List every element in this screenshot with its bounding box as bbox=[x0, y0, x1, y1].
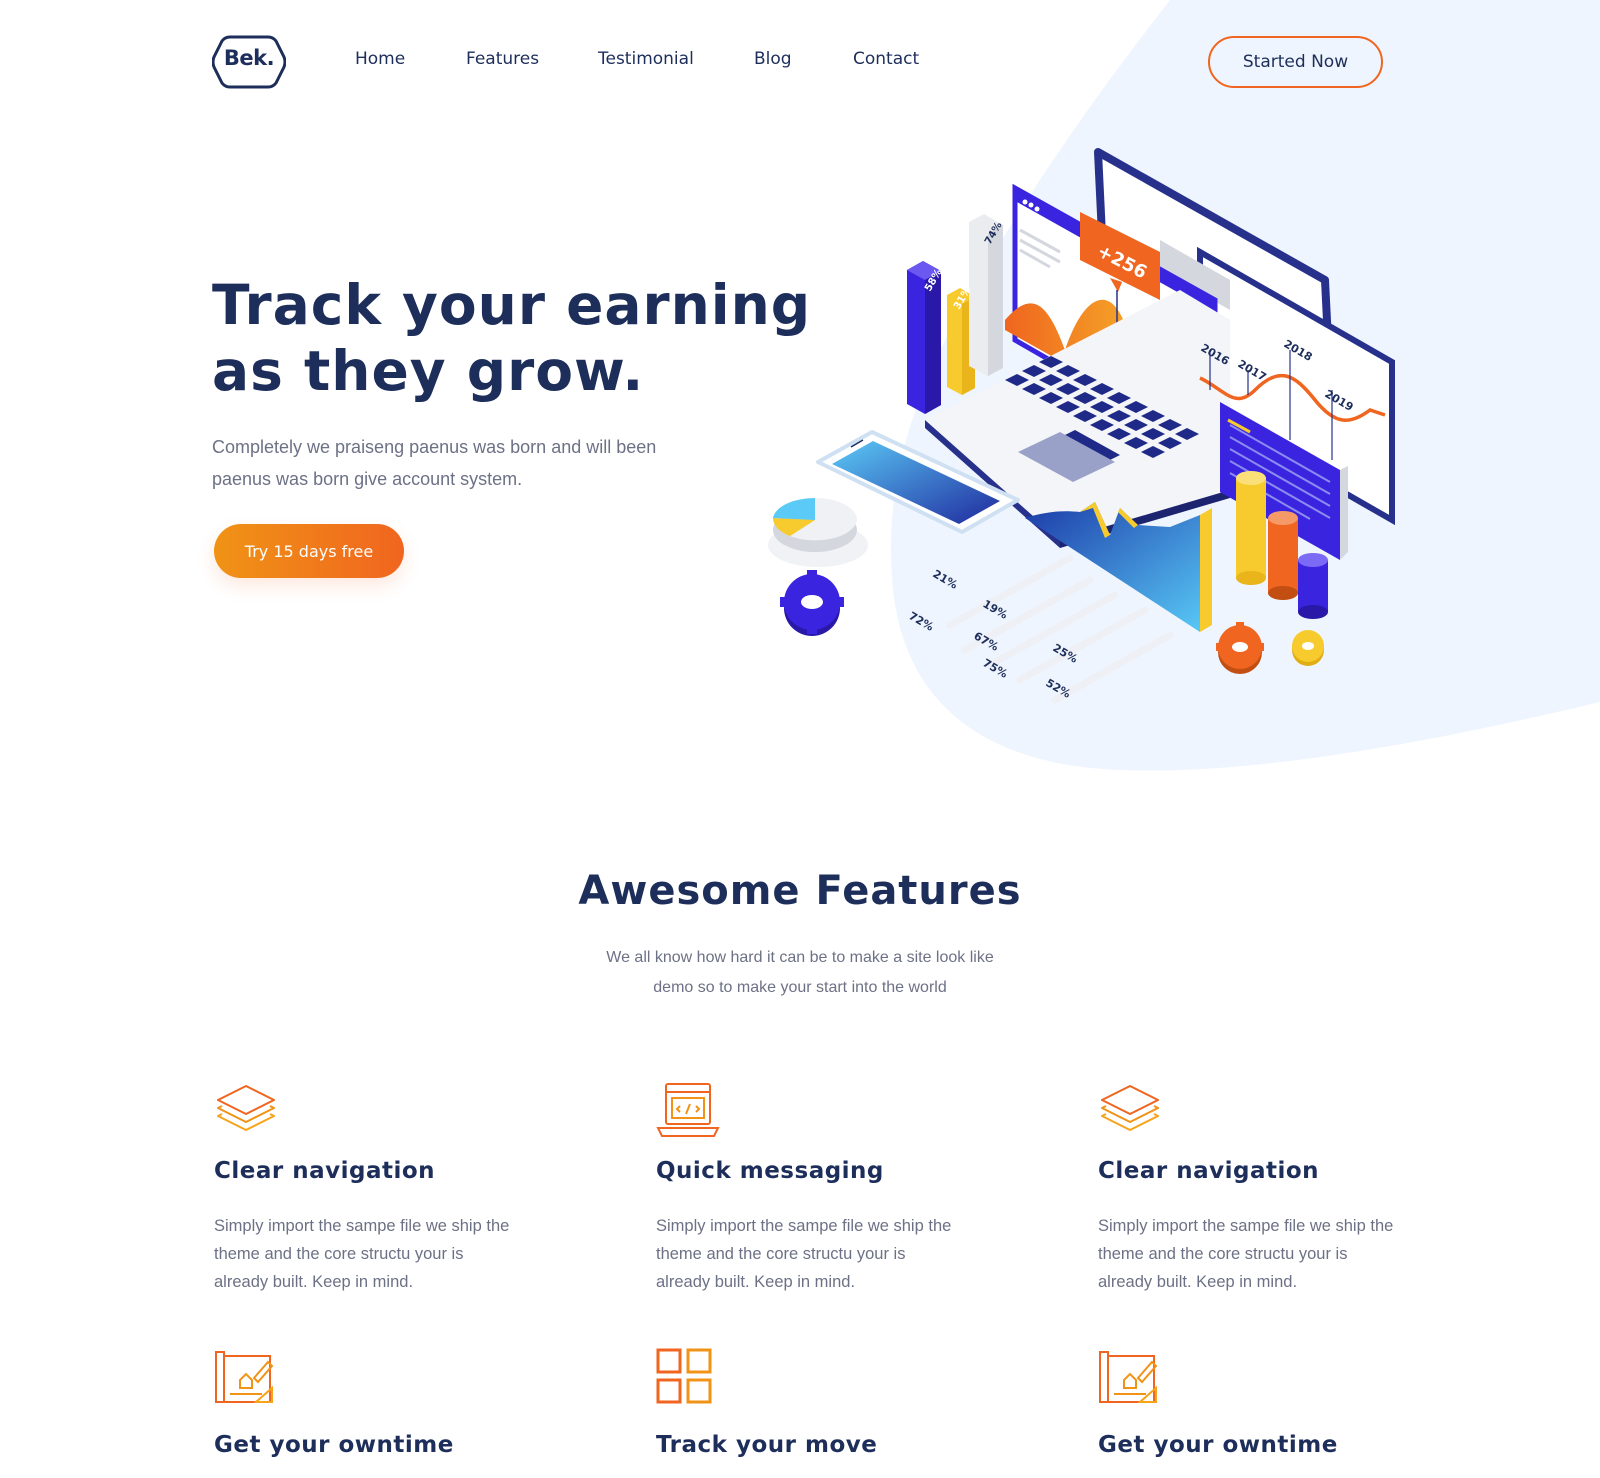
feature-text: Simply import the sampe file we ship the… bbox=[214, 1217, 510, 1291]
layers-icon bbox=[217, 1085, 275, 1131]
feature-title: Clear navigation bbox=[1098, 1158, 1320, 1184]
gear-orange-icon bbox=[1216, 622, 1264, 674]
logo-text: Bek. bbox=[223, 46, 275, 70]
nav-features[interactable]: Features bbox=[466, 49, 539, 69]
nav-contact[interactable]: Contact bbox=[853, 49, 919, 69]
features-subtitle: We all know how hard it can be to make a… bbox=[560, 943, 1040, 1003]
feature-title: Track your move bbox=[656, 1432, 878, 1458]
feature-title: Clear navigation bbox=[214, 1158, 436, 1184]
hero-title-line-2: as they grow. bbox=[212, 339, 645, 403]
blueprint-icon bbox=[1099, 1351, 1158, 1403]
feature-text: Simply import the sampe file we ship the… bbox=[1098, 1217, 1394, 1291]
feature-title: Quick messaging bbox=[656, 1158, 884, 1184]
nav-testimonial[interactable]: Testimonial bbox=[598, 49, 694, 69]
blueprint-icon bbox=[215, 1351, 274, 1403]
features-subtitle-line-1: We all know how hard it can be to make a… bbox=[606, 949, 994, 966]
hero-subtitle-line-2: paenus was born give account system. bbox=[212, 469, 523, 489]
floor-label: 21% bbox=[931, 567, 960, 591]
nav-blog[interactable]: Blog bbox=[754, 49, 792, 69]
bar-chart-3d: 58% 31% 74% bbox=[907, 214, 1005, 414]
site-header: Bek. Home Features Testimonial Blog Cont… bbox=[0, 0, 1600, 125]
floor-label: 19% bbox=[981, 597, 1010, 621]
feature-title: Get your owntime bbox=[1098, 1432, 1338, 1458]
hero-subtitle: Completely we praiseng paenus was born a… bbox=[212, 431, 732, 495]
hero-title: Track your earning as they grow. bbox=[212, 272, 832, 404]
floor-label: 72% bbox=[907, 609, 936, 633]
features-title: Awesome Features bbox=[578, 868, 1022, 914]
features-subtitle-line-2: demo so to make your start into the worl… bbox=[653, 979, 947, 996]
nav-home[interactable]: Home bbox=[355, 49, 405, 69]
pie-chart-3d bbox=[768, 497, 868, 567]
code-laptop-icon bbox=[656, 1083, 720, 1137]
hero-illustration: +256 2016 2017 2018 2019 58% 31% 74% 21%… bbox=[768, 148, 1395, 704]
layers-icon bbox=[1101, 1085, 1159, 1131]
feature-title: Get your owntime bbox=[214, 1432, 454, 1458]
grid-icon bbox=[656, 1348, 712, 1404]
try-free-button[interactable]: Try 15 days free bbox=[214, 524, 404, 578]
hero-title-line-1: Track your earning bbox=[212, 273, 812, 337]
started-now-button[interactable]: Started Now bbox=[1208, 36, 1383, 88]
brand-logo[interactable]: Bek. bbox=[212, 35, 286, 89]
gear-yellow-icon bbox=[1292, 630, 1324, 666]
gear-blue-icon bbox=[780, 570, 844, 636]
hero-subtitle-line-1: Completely we praiseng paenus was born a… bbox=[212, 437, 657, 457]
feature-text: Simply import the sampe file we ship the… bbox=[656, 1217, 952, 1291]
